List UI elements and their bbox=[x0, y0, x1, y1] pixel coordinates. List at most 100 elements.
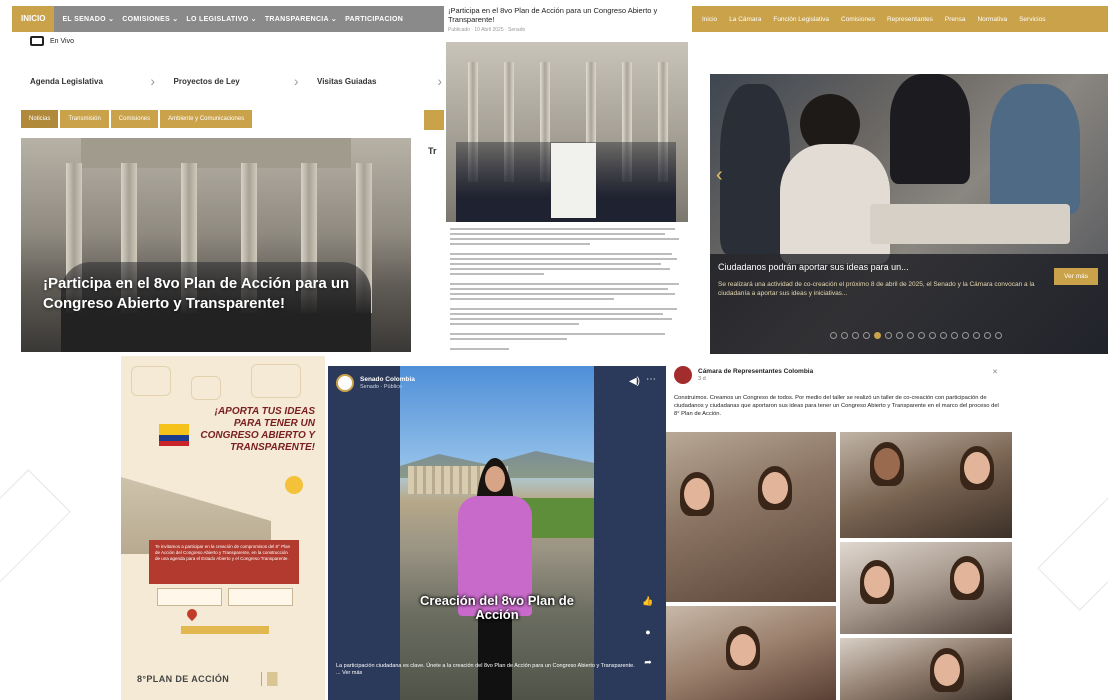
person-face bbox=[730, 634, 756, 666]
time-badge bbox=[228, 588, 293, 606]
chevron-right-icon: › bbox=[437, 73, 442, 89]
slider-dot[interactable] bbox=[995, 332, 1002, 339]
volume-icon[interactable]: ◀) bbox=[629, 376, 640, 387]
slider-dot[interactable] bbox=[918, 332, 925, 339]
nav-item[interactable]: Comisiones bbox=[841, 16, 875, 23]
tv-icon bbox=[30, 36, 44, 46]
quick-link-proyectos[interactable]: Proyectos de Ley › bbox=[174, 73, 299, 89]
slider-dot[interactable] bbox=[885, 332, 892, 339]
decorative-shape bbox=[191, 376, 221, 400]
video-player[interactable]: Senado Colombia Senado · Público ◀) ⋯ Cr… bbox=[328, 366, 666, 700]
person-face bbox=[864, 566, 890, 598]
quick-link-visitas[interactable]: Visitas Guiadas › bbox=[317, 73, 442, 89]
tab-comisiones[interactable]: Comisiones bbox=[110, 110, 159, 128]
slider-dot-active[interactable] bbox=[874, 332, 881, 339]
post-photo[interactable] bbox=[840, 432, 1012, 538]
article-photo bbox=[446, 42, 688, 222]
banner-sheet bbox=[551, 143, 596, 218]
slider-dot[interactable] bbox=[841, 332, 848, 339]
nav-item-home[interactable]: INICIO bbox=[12, 6, 55, 32]
page-logo[interactable] bbox=[674, 366, 692, 384]
video-title-overlay: Creación del 8vo Plan de Acción bbox=[420, 593, 574, 622]
news-tabs: Noticias Transmisión Comisiones Ambiente… bbox=[21, 110, 253, 128]
person-silhouette bbox=[890, 74, 970, 184]
chevron-right-icon: › bbox=[293, 73, 299, 89]
presenter-face bbox=[485, 466, 505, 492]
person-face bbox=[934, 654, 960, 686]
article-panel: ¡Participa en el 8vo Plan de Acción para… bbox=[444, 2, 690, 356]
slider-dot[interactable] bbox=[940, 332, 947, 339]
slider-dots bbox=[830, 332, 1002, 339]
channel-info[interactable]: Senado Colombia Senado · Público bbox=[336, 374, 415, 392]
page-name[interactable]: Cámara de Representantes Colombia bbox=[698, 368, 813, 376]
poster-footer: 8°PLAN DE ACCIÓN bbox=[137, 674, 230, 684]
nav-item[interactable]: Normativa bbox=[977, 16, 1007, 23]
top-nav: Inicio La Cámara Función Legislativa Com… bbox=[692, 6, 1108, 32]
person-face bbox=[954, 562, 980, 594]
slider-dot[interactable] bbox=[852, 332, 859, 339]
tab-ambiente[interactable]: Ambiente y Comunicaciones bbox=[160, 110, 253, 128]
post-photo[interactable] bbox=[666, 606, 836, 700]
comment-icon[interactable]: ● bbox=[642, 627, 654, 637]
collage: INICIO EL SENADO ⌄ COMISIONES ⌄ LO LEGIS… bbox=[0, 0, 1108, 700]
post-photo[interactable] bbox=[840, 542, 1012, 634]
quick-links: Agenda Legislativa › Proyectos de Ley › Vi… bbox=[30, 66, 442, 96]
event-info bbox=[157, 588, 293, 606]
slider-dot[interactable] bbox=[929, 332, 936, 339]
side-tab[interactable] bbox=[424, 110, 444, 130]
slider-dot[interactable] bbox=[896, 332, 903, 339]
nav-item[interactable]: Prensa bbox=[945, 16, 966, 23]
person-face bbox=[762, 472, 788, 504]
channel-sub: Senado · Público bbox=[360, 384, 402, 390]
nav-item-comisiones[interactable]: COMISIONES ⌄ bbox=[122, 15, 178, 23]
slide-title[interactable]: Ciudadanos podrán aportar sus ideas para… bbox=[718, 262, 909, 272]
slider-dot[interactable] bbox=[907, 332, 914, 339]
nav-item-legislativo[interactable]: LO LEGISLATIVO ⌄ bbox=[186, 15, 256, 23]
nav-item-senado[interactable]: EL SENADO ⌄ bbox=[62, 15, 114, 23]
nav-item-participacion[interactable]: PARTICIPACION bbox=[345, 16, 403, 23]
chevron-left-icon[interactable]: ‹ bbox=[716, 164, 723, 187]
image-slider[interactable]: ‹ Ciudadanos podrán aportar sus ideas pa… bbox=[710, 74, 1108, 354]
avatar[interactable] bbox=[336, 374, 354, 392]
smiley-icon bbox=[285, 476, 303, 494]
like-icon[interactable]: 👍 bbox=[642, 596, 654, 607]
nav-item[interactable]: La Cámara bbox=[729, 16, 761, 23]
post-photo[interactable] bbox=[840, 638, 1012, 700]
tab-transmision[interactable]: Transmisión bbox=[60, 110, 109, 128]
nav-item[interactable]: Función Legislativa bbox=[773, 16, 829, 23]
slider-dot[interactable] bbox=[830, 332, 837, 339]
person-face bbox=[964, 452, 990, 484]
poster-heading: ¡APORTA TUS IDEAS PARA TENER UN CONGRESO… bbox=[200, 406, 315, 453]
slider-dot[interactable] bbox=[973, 332, 980, 339]
share-icon[interactable]: ➦ bbox=[642, 657, 654, 668]
registration-bar bbox=[181, 626, 269, 634]
ver-mas-button[interactable]: Ver más bbox=[1054, 268, 1098, 285]
top-nav: INICIO EL SENADO ⌄ COMISIONES ⌄ LO LEGIS… bbox=[12, 6, 444, 32]
post-time[interactable]: 3 d bbox=[698, 376, 813, 382]
hero-image[interactable]: ¡Participa en el 8vo Plan de Acción para… bbox=[21, 138, 411, 352]
nav-item[interactable]: Inicio bbox=[702, 16, 717, 23]
close-icon[interactable]: ✕ bbox=[992, 368, 998, 376]
nav-item[interactable]: Servicios bbox=[1019, 16, 1045, 23]
quick-link-agenda[interactable]: Agenda Legislativa › bbox=[30, 73, 155, 89]
slider-dot[interactable] bbox=[984, 332, 991, 339]
post-photo[interactable] bbox=[666, 432, 836, 602]
nav-item[interactable]: Representantes bbox=[887, 16, 933, 23]
article-meta: Publicado · 10 Abril 2025 · Senado bbox=[448, 27, 526, 33]
more-options-icon[interactable]: ⋯ bbox=[646, 374, 656, 385]
side-heading: Tr bbox=[428, 146, 437, 156]
article-body bbox=[450, 228, 684, 353]
hero-headline[interactable]: ¡Participa en el 8vo Plan de Acción para… bbox=[43, 274, 393, 314]
nav-item-transparencia[interactable]: TRANSPARENCIA ⌄ bbox=[265, 15, 337, 23]
location-pin-icon bbox=[184, 606, 200, 622]
building-illustration bbox=[121, 477, 271, 554]
video-description: La participación ciudadana es clave. Úne… bbox=[336, 663, 635, 676]
slider-dot[interactable] bbox=[951, 332, 958, 339]
slider-caption: Ciudadanos podrán aportar sus ideas para… bbox=[710, 254, 1108, 354]
slider-dot[interactable] bbox=[863, 332, 870, 339]
channel-name[interactable]: Senado Colombia bbox=[360, 376, 415, 384]
live-label: En Vivo bbox=[50, 37, 74, 45]
live-link[interactable]: En Vivo bbox=[30, 36, 74, 46]
slider-dot[interactable] bbox=[962, 332, 969, 339]
tab-noticias[interactable]: Noticias bbox=[21, 110, 59, 128]
